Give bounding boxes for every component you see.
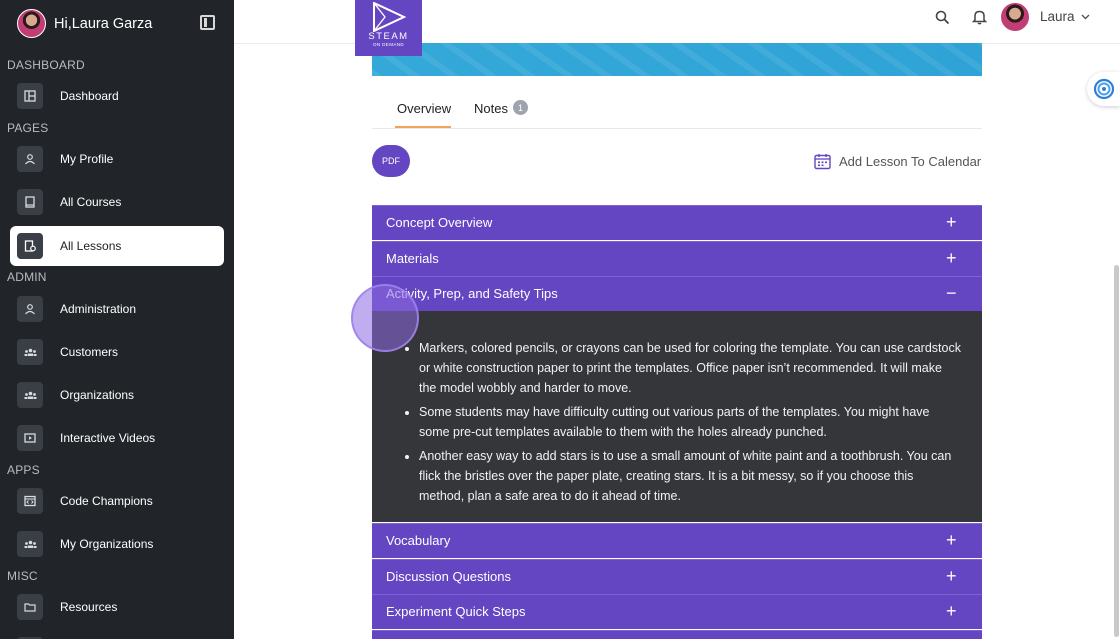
accordion-title: Concept Overview: [386, 215, 493, 230]
accordion-concept-overview[interactable]: Concept Overview +: [372, 205, 982, 240]
accordion-vocabulary[interactable]: Vocabulary +: [372, 523, 982, 558]
assistant-widget[interactable]: [1087, 72, 1120, 106]
section-pages: PAGES: [7, 121, 49, 135]
book-icon: [17, 189, 43, 215]
bell-icon[interactable]: [970, 8, 988, 26]
group-icon: [17, 382, 43, 408]
sidebar-item-label: Dashboard: [60, 89, 119, 103]
plus-icon: +: [946, 212, 957, 232]
notes-count-badge: 1: [513, 100, 528, 115]
sidebar-item-label: My Profile: [60, 152, 114, 166]
sidebar: Hi,Laura Garza DASHBOARD Dashboard PAGES…: [0, 0, 234, 639]
sidebar-item-all-lessons[interactable]: All Lessons: [10, 226, 224, 266]
section-dashboard: DASHBOARD: [7, 58, 85, 72]
sidebar-item-my-profile[interactable]: My Profile: [10, 139, 224, 179]
sidebar-item-label: Code Champions: [60, 494, 153, 508]
accordion-next-partial[interactable]: [372, 630, 982, 639]
logo-text: STEAM: [368, 31, 409, 42]
plus-icon: +: [946, 530, 957, 550]
logo-subtext: ON DEMAND: [372, 42, 405, 47]
collapse-sidebar-icon[interactable]: [200, 15, 215, 30]
video-icon: [17, 425, 43, 451]
profile-avatar[interactable]: [1000, 2, 1030, 32]
tips-list: Markers, colored pencils, or crayons can…: [419, 338, 962, 506]
minus-icon: −: [946, 283, 957, 303]
group-icon: [17, 531, 43, 557]
sidebar-item-label: All Lessons: [60, 239, 122, 253]
sidebar-item-label: My Organizations: [60, 537, 154, 551]
sidebar-item-my-organizations[interactable]: My Organizations: [10, 524, 224, 564]
click-indicator: [351, 284, 419, 352]
accordion-discussion-questions[interactable]: Discussion Questions +: [372, 559, 982, 594]
sidebar-item-resources[interactable]: Resources: [10, 587, 224, 627]
folder-icon: [17, 594, 43, 620]
tab-overview[interactable]: Overview: [397, 101, 451, 116]
lesson-icon: [17, 233, 43, 259]
list-item: Another easy way to add stars is to use …: [419, 446, 962, 506]
accordion-title: Discussion Questions: [386, 569, 511, 584]
accordion-materials[interactable]: Materials +: [372, 241, 982, 276]
swirl-icon: [1093, 78, 1114, 100]
accordion-title: Materials: [386, 251, 439, 266]
lesson-banner-image: [372, 43, 982, 76]
sidebar-item-label: Customers: [60, 345, 119, 359]
sidebar-user[interactable]: Hi,Laura Garza: [17, 9, 152, 38]
sidebar-item-partial[interactable]: [10, 630, 224, 639]
add-calendar-label: Add Lesson To Calendar: [839, 154, 982, 169]
steam-on-demand-logo[interactable]: STEAM ON DEMAND: [355, 0, 422, 56]
plus-icon: +: [946, 601, 957, 621]
play-logo-icon: [373, 2, 407, 32]
accordion-experiment-quick-steps[interactable]: Experiment Quick Steps +: [372, 594, 982, 629]
accordion-title: Vocabulary: [386, 533, 451, 548]
person-icon: [17, 146, 43, 172]
sidebar-item-organizations[interactable]: Organizations: [10, 375, 224, 415]
active-tab-indicator: [395, 126, 451, 128]
user-avatar: [17, 9, 46, 38]
person-icon: [17, 296, 43, 322]
code-window-icon: [17, 488, 43, 514]
accordion-title: Experiment Quick Steps: [386, 604, 526, 619]
sidebar-item-code-champions[interactable]: Code Champions: [10, 481, 224, 521]
calendar-icon: [814, 154, 831, 170]
section-admin: ADMIN: [7, 270, 47, 284]
pdf-button[interactable]: PDF: [372, 145, 410, 177]
activity-tips-content: Markers, colored pencils, or crayons can…: [372, 311, 982, 522]
user-greeting: Hi,Laura Garza: [54, 15, 153, 32]
sidebar-item-label: Administration: [60, 302, 137, 316]
tab-notes[interactable]: Notes: [474, 101, 508, 116]
page-scrollbar[interactable]: [1114, 265, 1119, 637]
lesson-tabs: Overview Notes 1: [372, 90, 982, 129]
sidebar-item-administration[interactable]: Administration: [10, 289, 224, 329]
sidebar-item-interactive-videos[interactable]: Interactive Videos: [10, 418, 224, 458]
list-item: Some students may have difficulty cuttin…: [419, 402, 962, 442]
section-misc: MISC: [7, 569, 38, 583]
add-lesson-to-calendar-button[interactable]: Add Lesson To Calendar: [814, 153, 981, 170]
sidebar-item-label: Resources: [60, 600, 118, 614]
dashboard-icon: [17, 83, 43, 109]
sidebar-item-label: Organizations: [60, 388, 135, 402]
plus-icon: +: [946, 248, 957, 268]
sidebar-item-label: Interactive Videos: [60, 431, 156, 445]
sidebar-item-customers[interactable]: Customers: [10, 332, 224, 372]
sidebar-item-all-courses[interactable]: All Courses: [10, 182, 224, 222]
group-icon: [17, 339, 43, 365]
accordion-activity-prep-safety[interactable]: Activity, Prep, and Safety Tips −: [372, 276, 982, 311]
chevron-down-icon[interactable]: [1081, 12, 1090, 23]
sidebar-item-label: All Courses: [60, 195, 122, 209]
search-icon[interactable]: [933, 8, 951, 26]
sidebar-item-dashboard[interactable]: Dashboard: [10, 76, 224, 116]
list-item: Markers, colored pencils, or crayons can…: [419, 338, 962, 398]
profile-username[interactable]: Laura: [1040, 9, 1075, 24]
section-apps: APPS: [7, 463, 40, 477]
plus-icon: +: [946, 566, 957, 586]
